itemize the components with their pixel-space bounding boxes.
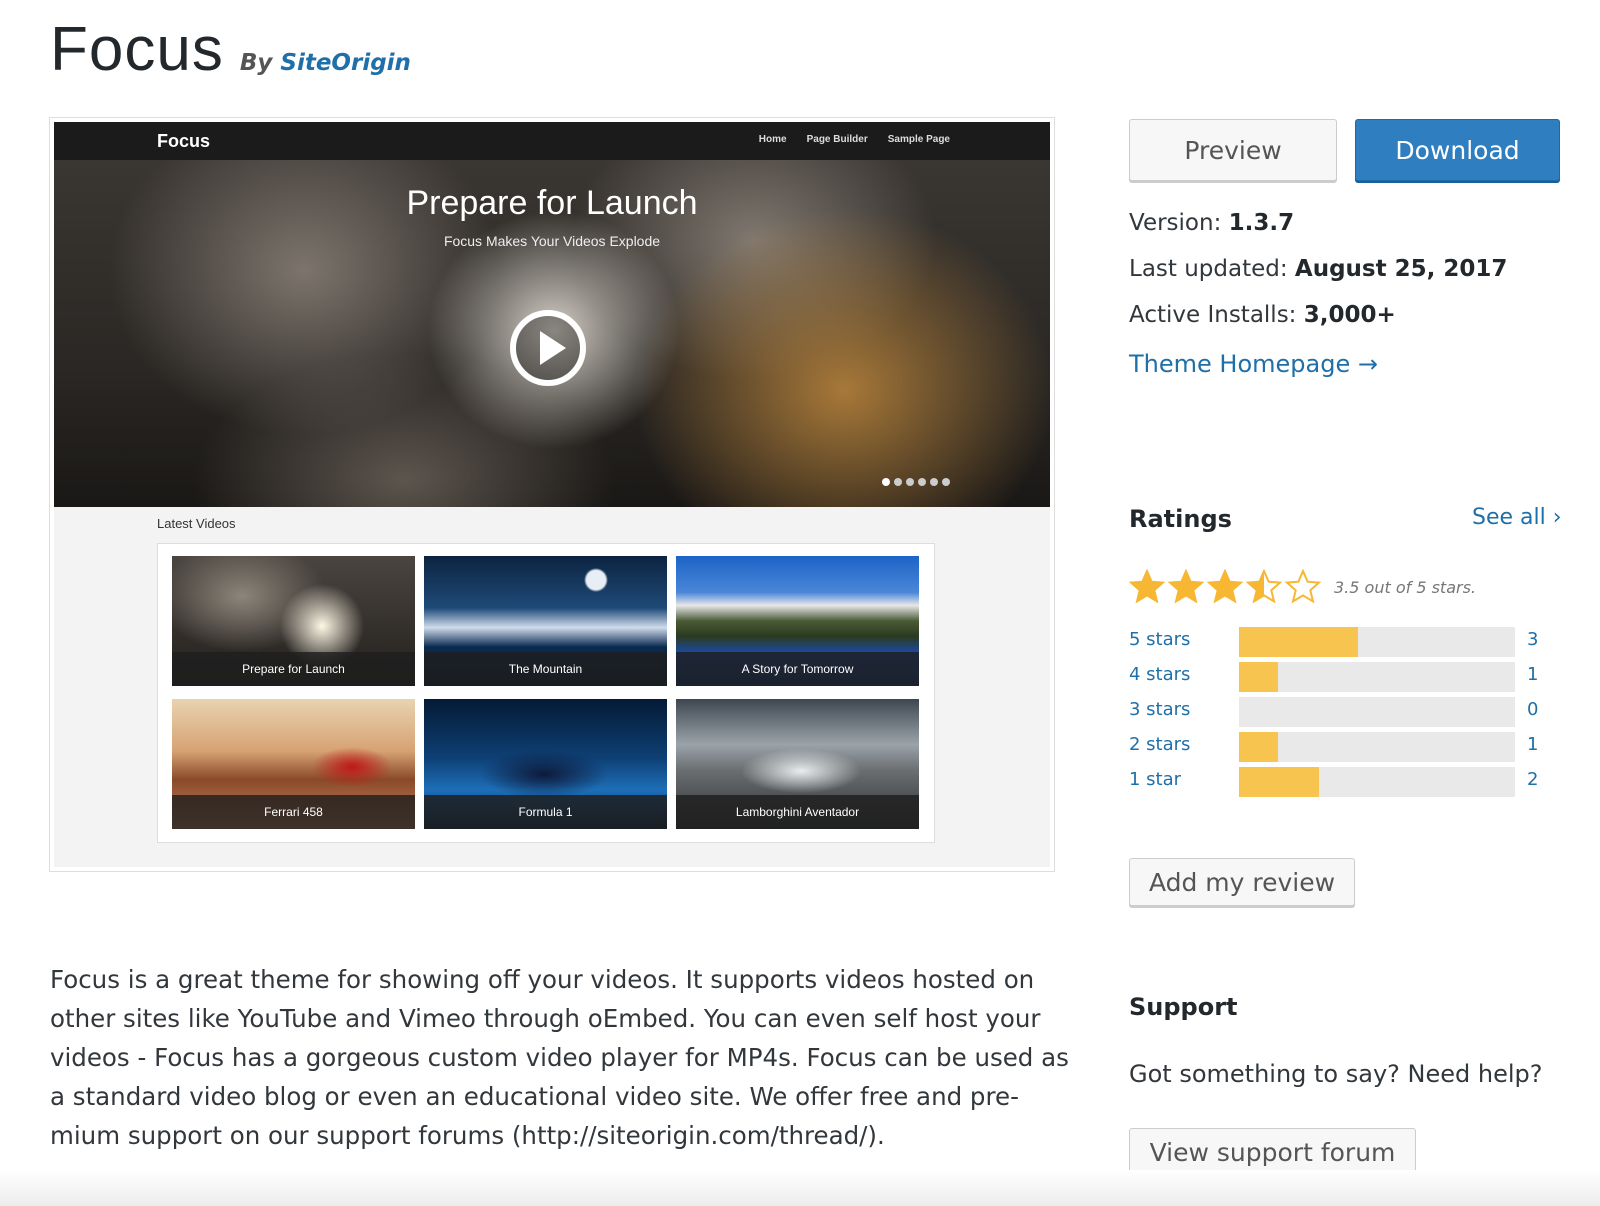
rating-bar xyxy=(1239,627,1515,657)
rating-row[interactable]: 5 stars 3 xyxy=(1129,627,1549,657)
latest-videos-label: Latest Videos xyxy=(157,516,236,531)
ratings-title: Ratings xyxy=(1129,505,1232,533)
rating-row-label[interactable]: 4 stars xyxy=(1129,664,1190,685)
rating-bar-fill xyxy=(1239,627,1358,657)
star-filled-icon xyxy=(1207,569,1243,604)
last-updated-label: Last updated: xyxy=(1129,256,1288,282)
rating-bar xyxy=(1239,697,1515,727)
theme-header: Focus By SiteOrigin xyxy=(50,14,411,85)
screenshot-menu-item: Home xyxy=(758,134,787,145)
slider-dots xyxy=(882,478,950,486)
play-icon xyxy=(510,310,586,386)
star-half-icon xyxy=(1246,569,1282,604)
last-updated-info: Last updated: August 25, 2017 xyxy=(1129,256,1507,282)
screenshot-navbar: Focus Home Page Builder Sample Page xyxy=(54,122,1050,160)
hero-title: Prepare for Launch xyxy=(406,184,698,222)
screenshot-site-title: Focus xyxy=(157,131,211,151)
preview-button[interactable]: Preview xyxy=(1129,119,1337,181)
rating-bar-fill xyxy=(1239,732,1278,762)
stars-row xyxy=(1129,569,1324,605)
screenshot-menu-item: Page Builder xyxy=(806,134,868,145)
screenshot-hero: Prepare for Launch Focus Makes Your Vide… xyxy=(54,160,1050,507)
rating-row-count[interactable]: 3 xyxy=(1527,629,1538,650)
star-rating-text: 3.5 out of 5 stars. xyxy=(1334,577,1477,597)
video-thumb: Ferrari 458 xyxy=(172,699,415,829)
screenshot-menu: Home Page Builder Sample Page xyxy=(759,134,950,145)
video-caption: Prepare for Launch xyxy=(172,652,415,686)
rating-row-label[interactable]: 3 stars xyxy=(1129,699,1190,720)
support-title: Support xyxy=(1129,993,1238,1021)
rating-row[interactable]: 4 stars 1 xyxy=(1129,662,1549,692)
video-caption: Lamborghini Aventador xyxy=(676,795,919,829)
screenshot-canvas: Focus Home Page Builder Sample Page Prep… xyxy=(54,122,1050,867)
theme-byline: By SiteOrigin xyxy=(240,50,411,76)
rating-bar-fill xyxy=(1239,662,1278,692)
slider-dot xyxy=(918,478,926,486)
rating-row-count[interactable]: 1 xyxy=(1527,734,1538,755)
video-grid: Prepare for Launch The Mountain A Story … xyxy=(157,543,935,843)
hero-subtitle: Focus Makes Your Videos Explode xyxy=(443,233,661,249)
download-button[interactable]: Download xyxy=(1355,119,1560,181)
rating-row-label[interactable]: 2 stars xyxy=(1129,734,1190,755)
version-info: Version: 1.3.7 xyxy=(1129,210,1294,236)
active-installs-value: 3,000+ xyxy=(1303,302,1396,328)
video-thumb: Formula 1 xyxy=(424,699,667,829)
video-caption: Formula 1 xyxy=(424,795,667,829)
slider-dot xyxy=(894,478,902,486)
video-caption: Ferrari 458 xyxy=(172,795,415,829)
by-label: By xyxy=(239,50,273,76)
rating-row[interactable]: 1 star 2 xyxy=(1129,767,1549,797)
star-rating: 3.5 out of 5 stars. xyxy=(1129,569,1476,605)
theme-screenshot: Focus Home Page Builder Sample Page Prep… xyxy=(49,117,1055,872)
slider-dot xyxy=(942,478,950,486)
page-bottom-shade xyxy=(0,1170,1600,1206)
rating-row-label[interactable]: 5 stars xyxy=(1129,629,1190,650)
slider-dot xyxy=(882,478,890,486)
rating-row-count[interactable]: 0 xyxy=(1527,699,1538,720)
rating-row[interactable]: 3 stars 0 xyxy=(1129,697,1549,727)
theme-homepage-link[interactable]: Theme Homepage → xyxy=(1129,350,1378,378)
author-link[interactable]: SiteOrigin xyxy=(280,50,411,76)
slider-dot xyxy=(930,478,938,486)
video-caption: A Story for Tomorrow xyxy=(676,652,919,686)
theme-description: Focus is a great theme for showing off y… xyxy=(50,965,1069,1150)
active-installs-label: Active Installs: xyxy=(1129,302,1297,328)
star-filled-icon xyxy=(1168,569,1204,604)
rating-row[interactable]: 2 stars 1 xyxy=(1129,732,1549,762)
star-empty-icon xyxy=(1285,569,1321,604)
active-installs-info: Active Installs: 3,000+ xyxy=(1129,302,1396,328)
rating-row-count[interactable]: 2 xyxy=(1527,769,1538,790)
rating-row-label[interactable]: 1 star xyxy=(1129,769,1181,790)
version-value: 1.3.7 xyxy=(1228,210,1295,236)
video-thumb: The Mountain xyxy=(424,556,667,686)
version-label: Version: xyxy=(1129,210,1222,236)
theme-name: Focus xyxy=(50,15,224,84)
add-review-button[interactable]: Add my review xyxy=(1129,858,1355,906)
video-thumb: Lamborghini Aventador xyxy=(676,699,919,829)
support-text: Got something to say? Need help? xyxy=(1129,1060,1543,1088)
video-thumb: A Story for Tomorrow xyxy=(676,556,919,686)
video-caption: The Mountain xyxy=(424,652,667,686)
rating-bar xyxy=(1239,767,1515,797)
view-support-forum-button[interactable]: View support forum xyxy=(1129,1128,1416,1176)
slider-dot xyxy=(906,478,914,486)
rating-bar xyxy=(1239,732,1515,762)
last-updated-value: August 25, 2017 xyxy=(1294,256,1508,282)
star-filled-icon xyxy=(1129,569,1165,604)
rating-bar xyxy=(1239,662,1515,692)
rating-row-count[interactable]: 1 xyxy=(1527,664,1538,685)
video-thumb: Prepare for Launch xyxy=(172,556,415,686)
screenshot-menu-item: Sample Page xyxy=(887,134,950,145)
see-all-ratings-link[interactable]: See all › xyxy=(1472,505,1562,530)
rating-bar-fill xyxy=(1239,767,1320,797)
